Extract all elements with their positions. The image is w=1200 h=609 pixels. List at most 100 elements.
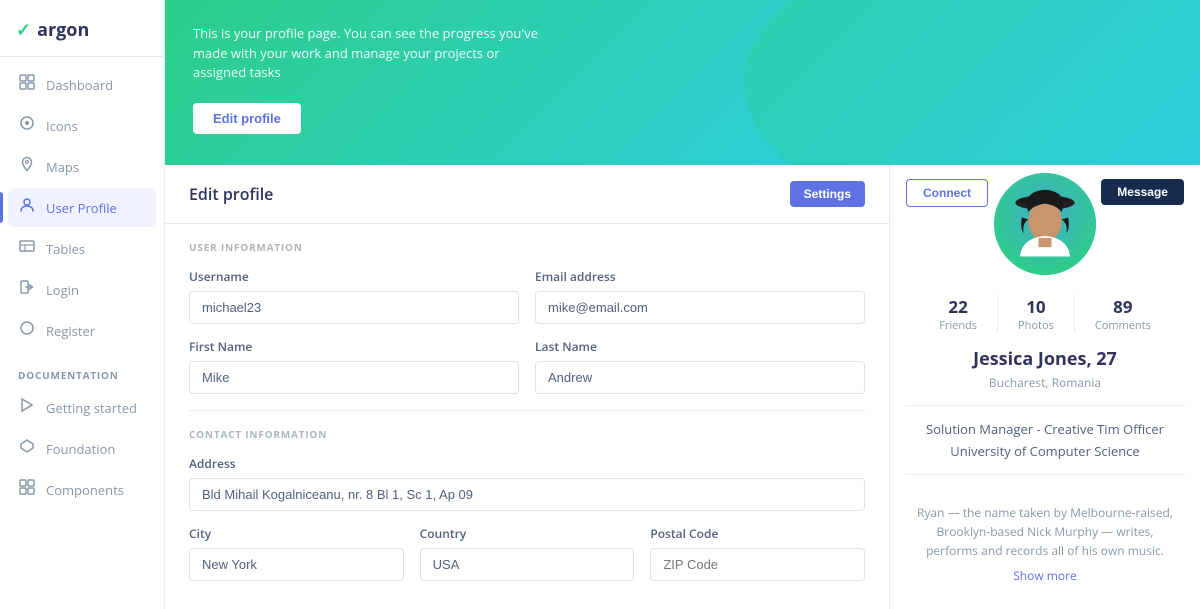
maps-icon: [18, 156, 36, 177]
address-row: Address: [189, 455, 865, 511]
photos-stat: 10 Photos: [997, 295, 1074, 333]
sidebar-item-label: Getting started: [46, 399, 137, 417]
logo: ✓ argon: [0, 0, 164, 57]
profile-actions: Connect: [890, 165, 1200, 279]
sidebar-item-label: Register: [46, 322, 95, 340]
email-label: Email address: [535, 268, 865, 285]
register-icon: [18, 320, 36, 341]
foundation-icon: [18, 438, 36, 459]
first-name-input[interactable]: [189, 361, 519, 394]
profile-university: University of Computer Science: [950, 442, 1139, 460]
tables-icon: [18, 238, 36, 259]
dashboard-icon: [18, 74, 36, 95]
form-body: USER INFORMATION Username Email address …: [165, 224, 889, 609]
sidebar-item-label: Tables: [46, 240, 85, 258]
email-input[interactable]: [535, 291, 865, 324]
sidebar-item-label: Components: [46, 481, 124, 499]
main-content: This is your profile page. You can see t…: [165, 0, 1200, 609]
hero-text: This is your profile page. You can see t…: [193, 24, 553, 134]
first-name-label: First Name: [189, 338, 519, 355]
country-input[interactable]: [420, 548, 635, 581]
friends-stat: 22 Friends: [919, 295, 997, 333]
username-label: Username: [189, 268, 519, 285]
profile-stats: 22 Friends 10 Photos 89 Comments: [890, 295, 1200, 333]
comments-stat: 89 Comments: [1074, 295, 1171, 333]
message-button[interactable]: Message: [1101, 179, 1184, 205]
name-row: First Name Last Name: [189, 338, 865, 394]
sidebar-item-foundation[interactable]: Foundation: [8, 429, 156, 468]
sidebar-item-components[interactable]: Components: [8, 470, 156, 509]
address-label: Address: [189, 455, 865, 472]
show-more-link[interactable]: Show more: [1013, 567, 1077, 584]
sidebar-item-login[interactable]: Login: [8, 270, 156, 309]
user-info-section-label: USER INFORMATION: [189, 240, 865, 254]
form-header: Edit profile Settings: [165, 165, 889, 224]
friends-label: Friends: [939, 318, 977, 333]
sidebar-item-label: Foundation: [46, 440, 115, 458]
form-panel: Edit profile Settings USER INFORMATION U…: [165, 165, 890, 609]
sidebar-item-getting-started[interactable]: Getting started: [8, 388, 156, 427]
profile-name: Jessica Jones, 27: [973, 347, 1117, 371]
username-email-row: Username Email address: [189, 268, 865, 324]
login-icon: [18, 279, 36, 300]
username-input[interactable]: [189, 291, 519, 324]
sidebar-item-maps[interactable]: Maps: [8, 147, 156, 186]
profile-divider: [906, 405, 1185, 406]
doc-section-title: DOCUMENTATION: [8, 352, 156, 388]
sidebar: ✓ argon Dashboard Icons Maps User Profi: [0, 0, 165, 609]
form-title: Edit profile: [189, 183, 273, 205]
profile-bio: Ryan — the name taken by Melbourne-raise…: [890, 503, 1200, 561]
profile-panel: Connect: [890, 165, 1200, 609]
profile-divider-2: [906, 474, 1185, 475]
city-input[interactable]: [189, 548, 404, 581]
sidebar-item-tables[interactable]: Tables: [8, 229, 156, 268]
getting-started-icon: [18, 397, 36, 418]
last-name-group: Last Name: [535, 338, 865, 394]
friends-value: 22: [939, 295, 977, 318]
sidebar-item-dashboard[interactable]: Dashboard: [8, 65, 156, 104]
sidebar-item-label: User Profile: [46, 199, 117, 217]
sidebar-nav: Dashboard Icons Maps User Profile Tables: [0, 65, 164, 511]
postal-group: Postal Code: [650, 525, 865, 581]
sidebar-item-register[interactable]: Register: [8, 311, 156, 350]
photos-value: 10: [1018, 295, 1054, 318]
profile-location: Bucharest, Romania: [989, 374, 1101, 391]
sidebar-item-label: Login: [46, 281, 79, 299]
form-divider: [189, 410, 865, 411]
profile-role: Solution Manager - Creative Tim Officer: [926, 420, 1164, 438]
connect-button[interactable]: Connect: [906, 179, 988, 207]
logo-text: argon: [37, 18, 89, 42]
settings-button[interactable]: Settings: [790, 181, 865, 207]
avatar-container: [990, 169, 1100, 279]
hero-banner: This is your profile page. You can see t…: [165, 0, 1200, 165]
country-label: Country: [420, 525, 635, 542]
postal-input[interactable]: [650, 548, 865, 581]
city-group: City: [189, 525, 404, 581]
sidebar-item-icons[interactable]: Icons: [8, 106, 156, 145]
comments-label: Comments: [1095, 318, 1151, 333]
sidebar-item-label: Maps: [46, 158, 79, 176]
icons-icon: [18, 115, 36, 136]
avatar: [990, 169, 1100, 279]
first-name-group: First Name: [189, 338, 519, 394]
last-name-input[interactable]: [535, 361, 865, 394]
user-profile-icon: [18, 197, 36, 218]
address-input[interactable]: [189, 478, 865, 511]
username-group: Username: [189, 268, 519, 324]
components-icon: [18, 479, 36, 500]
comments-value: 89: [1095, 295, 1151, 318]
city-label: City: [189, 525, 404, 542]
content-area: Edit profile Settings USER INFORMATION U…: [165, 165, 1200, 609]
sidebar-item-label: Icons: [46, 117, 78, 135]
edit-profile-button[interactable]: Edit profile: [193, 103, 301, 134]
country-group: Country: [420, 525, 635, 581]
logo-icon: ✓: [16, 18, 31, 42]
sidebar-item-user-profile[interactable]: User Profile: [8, 188, 156, 227]
postal-label: Postal Code: [650, 525, 865, 542]
last-name-label: Last Name: [535, 338, 865, 355]
contact-section-label: CONTACT INFORMATION: [189, 427, 865, 441]
hero-description: This is your profile page. You can see t…: [193, 24, 553, 83]
address-group: Address: [189, 455, 865, 511]
email-group: Email address: [535, 268, 865, 324]
city-country-row: City Country Postal Code: [189, 525, 865, 581]
